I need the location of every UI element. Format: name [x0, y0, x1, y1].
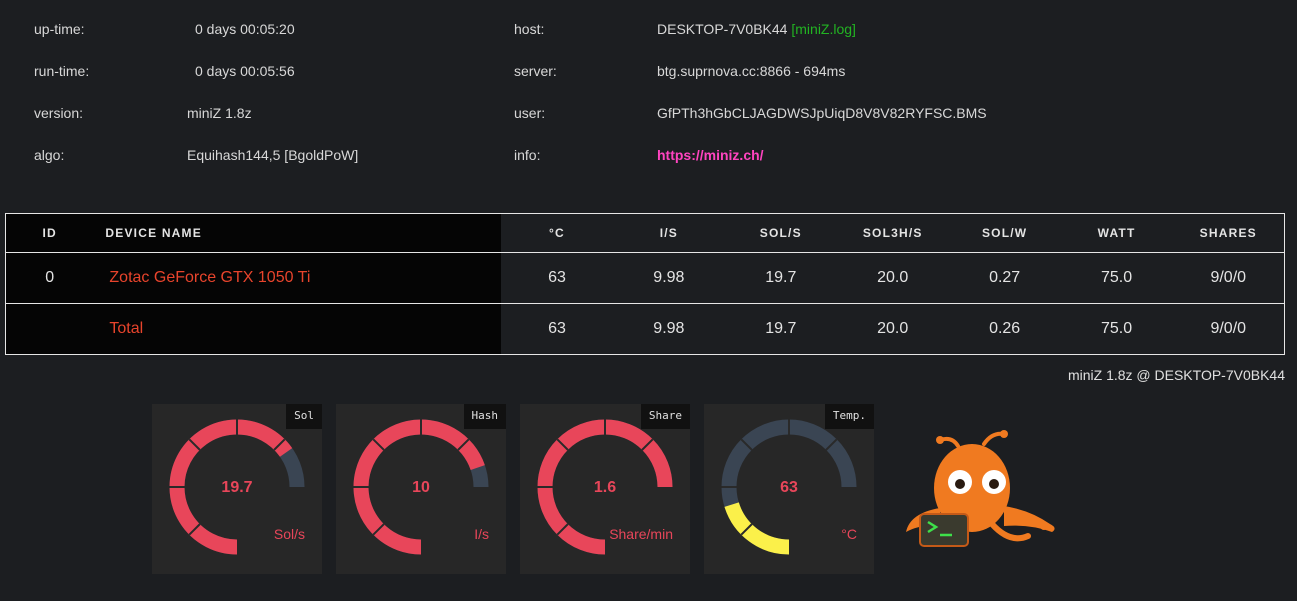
- cell-sols: 19.7: [765, 320, 797, 337]
- info-link[interactable]: https://miniz.ch/: [657, 147, 764, 163]
- table-row: 0 Zotac GeForce GTX 1050 Ti 63 9.98 19.7…: [5, 252, 1285, 304]
- octopus-mascot-icon: [906, 430, 1055, 547]
- version-value: miniZ 1.8z: [187, 105, 252, 121]
- runtime-value: 0 days 00:05:56: [195, 63, 295, 79]
- server-label: server:: [514, 63, 557, 79]
- algo-value: Equihash144,5 [BgoldPoW]: [187, 147, 359, 163]
- algo-label: algo:: [34, 147, 65, 163]
- footer-version-host: miniZ 1.8z @ DESKTOP-7V0BK44: [1067, 367, 1285, 383]
- cell-temp: 63: [548, 320, 566, 337]
- cell-shares: 9/0/0: [1172, 252, 1285, 304]
- cell-sols: 19.7: [724, 252, 837, 304]
- gauge-value: 19.7: [221, 479, 253, 496]
- gauge-tag: Temp.: [824, 404, 874, 429]
- cell-id: 0: [5, 252, 94, 304]
- server-value: btg.suprnova.cc:8866 - 694ms: [657, 63, 846, 79]
- col-header-shares: SHARES: [1172, 213, 1285, 253]
- host-label: host:: [514, 21, 545, 37]
- col-header-device-name: DEVICE NAME: [93, 213, 502, 253]
- col-header-watt: WATT: [1060, 213, 1173, 253]
- host-value: DESKTOP-7V0BK44 [miniZ.log]: [657, 21, 856, 37]
- gauge-hash: Hash 10 I/s: [336, 404, 506, 574]
- cell-solw: 0.26: [989, 320, 1021, 337]
- uptime-label: up-time:: [34, 21, 85, 37]
- runtime-label: run-time:: [34, 63, 90, 79]
- col-header-is: I/S: [612, 213, 725, 253]
- gauge-tag: Hash: [463, 404, 506, 429]
- user-label: user:: [514, 105, 546, 121]
- cell-total-label: Total: [93, 303, 502, 355]
- cell-id: [5, 303, 94, 355]
- gauge-unit: I/s: [474, 526, 489, 542]
- cell-shares: 9/0/0: [1210, 320, 1247, 337]
- table-total-row: Total 63 9.98 19.7 20.0 0.26 75.0 9/0/0: [5, 303, 1285, 355]
- cell-is: 9.98: [653, 320, 685, 337]
- gauge-value: 63: [780, 479, 798, 496]
- cell-watt: 75.0: [1060, 252, 1173, 304]
- host-name: DESKTOP-7V0BK44: [657, 21, 788, 37]
- gauge-value: 1.6: [593, 479, 617, 496]
- col-header-temp: °C: [501, 213, 613, 253]
- cell-sol3h: 20.0: [836, 252, 949, 304]
- cell-watt: 75.0: [1100, 320, 1133, 337]
- table-header-row: ID DEVICE NAME °C I/S SOL/S SOL3H/S SOL/…: [5, 213, 1285, 253]
- user-value: GfPTh3hGbCLJAGDWSJpUiqD8V8V82RYFSC.BMS: [657, 105, 987, 121]
- gauge-value: 10: [412, 479, 430, 496]
- gauge-share: Share 1.6 Share/min: [520, 404, 690, 574]
- info-label: info:: [514, 147, 541, 163]
- cell-device-name: Zotac GeForce GTX 1050 Ti: [93, 252, 502, 304]
- gauge-tag: Sol: [286, 404, 322, 429]
- col-header-sol3h: SOL3H/S: [836, 213, 949, 253]
- uptime-value: 0 days 00:05:20: [195, 21, 295, 37]
- cell-sol3h: 20.0: [877, 320, 909, 337]
- cell-is: 9.98: [612, 252, 725, 304]
- col-header-solw: SOL/W: [948, 213, 1061, 253]
- gauge-sol: Sol 19.7 Sol/s: [152, 404, 322, 574]
- gauge-unit: °C: [841, 526, 857, 542]
- cell-solw: 0.27: [948, 252, 1061, 304]
- log-link[interactable]: [miniZ.log]: [791, 21, 856, 37]
- gauge-fill: [724, 502, 790, 555]
- col-header-id: ID: [5, 213, 94, 253]
- gauge-tag: Share: [640, 404, 690, 429]
- gauge-unit: Sol/s: [273, 526, 305, 542]
- gauge-temp: Temp. 63 °C: [704, 404, 874, 574]
- version-label: version:: [34, 105, 84, 121]
- col-header-sols: SOL/S: [724, 213, 837, 253]
- cell-temp: 63: [501, 252, 613, 304]
- gauge-unit: Share/min: [609, 526, 673, 542]
- device-table: ID DEVICE NAME °C I/S SOL/S SOL3H/S SOL/…: [5, 213, 1285, 355]
